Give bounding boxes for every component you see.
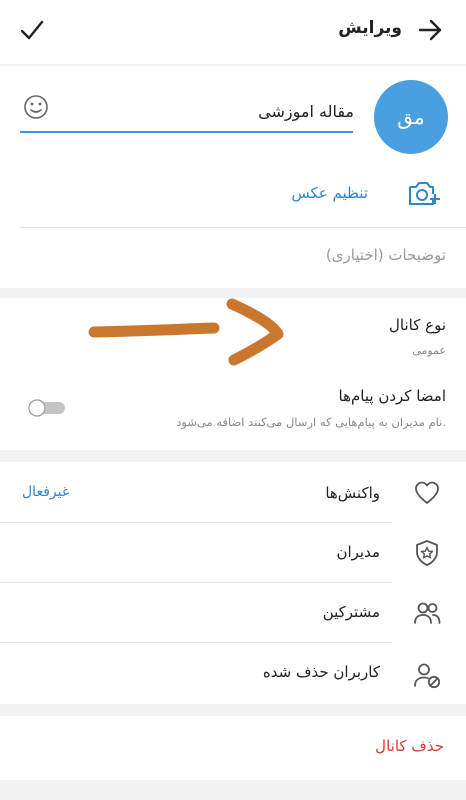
- divider: [20, 227, 466, 228]
- description-input[interactable]: توضیحات (اختیاری): [326, 246, 446, 264]
- subscribers-icon: [414, 602, 441, 624]
- add-photo-icon[interactable]: [406, 178, 440, 210]
- page-title: ویرایش: [338, 18, 402, 38]
- admins-label: مدیران: [336, 543, 380, 561]
- admin-shield-icon: [416, 540, 438, 566]
- reactions-row[interactable]: [0, 462, 466, 520]
- delete-channel-button[interactable]: حذف کانال: [375, 737, 444, 755]
- channel-type-value: عمومی: [412, 344, 446, 357]
- name-input-underline: [20, 131, 353, 133]
- reactions-label: واکنش‌ها: [325, 484, 380, 502]
- arrow-right-icon[interactable]: [416, 16, 444, 44]
- removed-users-row[interactable]: [0, 642, 466, 704]
- sign-messages-toggle[interactable]: [26, 398, 68, 418]
- channel-type-label[interactable]: نوع کانال: [389, 316, 446, 334]
- subscribers-label: مشترکین: [322, 603, 380, 621]
- channel-avatar[interactable]: مق: [374, 80, 448, 154]
- annotation-arrow: [88, 298, 284, 366]
- sign-messages-label: امضا کردن پیام‌ها: [338, 387, 446, 405]
- checkmark-icon[interactable]: [18, 16, 46, 44]
- subscribers-row[interactable]: [0, 582, 466, 642]
- reactions-status: غیرفعال: [22, 484, 70, 500]
- admins-row[interactable]: [0, 522, 466, 582]
- heart-icon: [415, 481, 439, 504]
- removed-users-label: کاربران حذف شده: [262, 663, 380, 681]
- emoji-icon[interactable]: [22, 93, 50, 121]
- channel-name-input[interactable]: مقاله اموزشی: [258, 102, 354, 121]
- removed-user-icon: [414, 663, 441, 689]
- set-photo-button[interactable]: تنظیم عکس: [291, 184, 368, 202]
- sign-messages-description: نام مدیران به پیام‌هایی که ارسال می‌کنند…: [176, 415, 446, 429]
